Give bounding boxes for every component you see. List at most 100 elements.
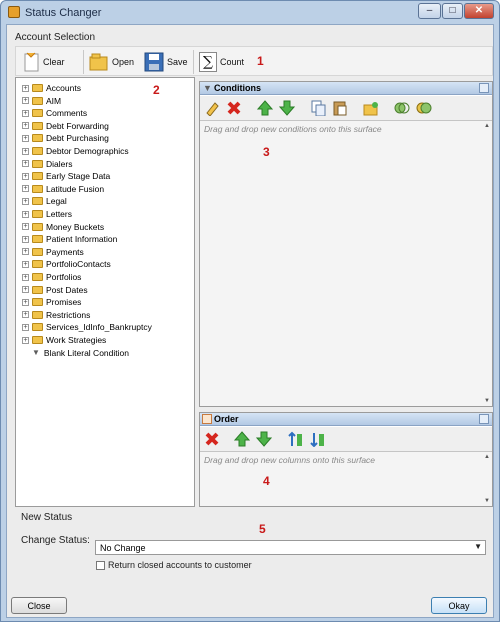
paste-icon[interactable] bbox=[332, 100, 348, 116]
tree-item[interactable]: + Debt Purchasing bbox=[22, 132, 109, 144]
conditions-drop-surface[interactable]: Drag and drop new conditions onto this s… bbox=[200, 120, 492, 406]
expand-icon[interactable]: + bbox=[22, 109, 29, 117]
collapse-conditions-icon[interactable] bbox=[479, 83, 489, 93]
expand-icon[interactable]: + bbox=[22, 298, 29, 306]
folder-icon bbox=[32, 285, 43, 294]
change-status-select[interactable]: No Change ▼ bbox=[95, 540, 486, 555]
tree-item[interactable]: + Early Stage Data bbox=[22, 170, 110, 182]
folder-icon bbox=[32, 273, 43, 281]
order-drop-surface[interactable]: Drag and drop new columns onto this surf… bbox=[200, 451, 492, 506]
folder-icon bbox=[32, 84, 43, 92]
delete-icon[interactable] bbox=[226, 100, 242, 116]
account-selection-label: Account Selection bbox=[15, 32, 96, 43]
tree-item[interactable]: + Portfolios bbox=[22, 271, 81, 283]
scroll-up-icon[interactable]: ▲ bbox=[484, 454, 490, 460]
move-up-icon[interactable] bbox=[257, 100, 273, 116]
tree-item[interactable]: + Payments bbox=[22, 246, 84, 258]
tree-item[interactable]: + Money Buckets bbox=[22, 221, 104, 233]
folder-icon bbox=[32, 247, 43, 256]
count-button[interactable]: ∑ Count bbox=[199, 49, 244, 75]
minimize-button[interactable]: – bbox=[418, 3, 441, 19]
delete-column-icon[interactable] bbox=[204, 431, 220, 447]
maximize-button[interactable]: □ bbox=[442, 3, 463, 19]
title-bar[interactable]: Status Changer – □ ✕ bbox=[1, 1, 499, 24]
close-button[interactable]: Close bbox=[11, 597, 67, 614]
expand-icon[interactable]: + bbox=[22, 97, 29, 105]
tree-item-label: Legal bbox=[46, 196, 67, 207]
group-or-icon[interactable] bbox=[416, 100, 432, 116]
folder-icon bbox=[32, 159, 43, 168]
tree-item[interactable]: + Comments bbox=[22, 107, 87, 119]
expand-icon[interactable]: + bbox=[22, 122, 29, 130]
expand-icon[interactable]: + bbox=[22, 197, 29, 205]
expand-icon[interactable]: + bbox=[22, 311, 29, 319]
order-title: Order bbox=[214, 414, 239, 424]
tree-item[interactable]: + Dialers bbox=[22, 158, 72, 170]
expand-icon[interactable]: + bbox=[22, 84, 29, 92]
folder-icon bbox=[32, 310, 43, 319]
tree-item[interactable]: + Work Strategies bbox=[22, 334, 106, 346]
expand-icon[interactable]: + bbox=[22, 235, 29, 243]
count-label: Count bbox=[220, 57, 245, 67]
status-changer-window: Status Changer – □ ✕ Account Selection C… bbox=[0, 0, 500, 622]
scroll-down-icon[interactable]: ▼ bbox=[484, 498, 490, 504]
new-status-label: New Status bbox=[21, 512, 73, 523]
tree-item-label: Portfolios bbox=[46, 272, 82, 282]
tree-item[interactable]: + Restrictions bbox=[22, 309, 90, 321]
tree-item-label: Latitude Fusion bbox=[46, 183, 105, 194]
tree-item[interactable]: + Promises bbox=[22, 296, 81, 308]
expand-icon[interactable]: + bbox=[22, 160, 29, 168]
group-and-icon[interactable] bbox=[394, 100, 410, 116]
order-hint: Drag and drop new columns onto this surf… bbox=[204, 455, 376, 465]
sort-ascending-icon[interactable] bbox=[288, 431, 304, 447]
tree-item[interactable]: + Debt Forwarding bbox=[22, 120, 109, 132]
tree-item[interactable]: + PortfolioContacts bbox=[22, 258, 111, 270]
okay-button[interactable]: Okay bbox=[431, 597, 487, 614]
expand-icon[interactable]: + bbox=[22, 134, 29, 142]
expand-icon[interactable]: + bbox=[22, 210, 29, 218]
callout-3: 3 bbox=[263, 145, 270, 159]
expand-icon[interactable]: + bbox=[22, 147, 29, 155]
data-tree[interactable]: + Accounts + AIM + Comments + Debt Forwarding + D… bbox=[15, 77, 195, 507]
open-button[interactable]: Open bbox=[89, 49, 134, 75]
tree-item[interactable]: + Debtor Demographics bbox=[22, 145, 129, 157]
move-down-icon[interactable] bbox=[279, 100, 295, 116]
tree-item[interactable]: + Legal bbox=[22, 195, 67, 207]
expand-icon[interactable]: + bbox=[22, 185, 29, 193]
expand-icon[interactable]: + bbox=[22, 172, 29, 180]
tree-item[interactable]: + Letters bbox=[22, 208, 72, 220]
tree-item-label: Accounts bbox=[46, 83, 81, 93]
tree-item[interactable]: + Latitude Fusion bbox=[22, 183, 104, 195]
column-up-icon[interactable] bbox=[234, 431, 250, 447]
tree-item-label: Work Strategies bbox=[46, 335, 107, 345]
expand-icon[interactable]: + bbox=[22, 223, 29, 231]
folder-icon bbox=[32, 336, 43, 344]
tree-item[interactable]: + Post Dates bbox=[22, 284, 88, 296]
change-status-label: Change Status: bbox=[21, 535, 90, 546]
tree-item[interactable]: + Accounts bbox=[22, 82, 81, 94]
scroll-down-icon[interactable]: ▼ bbox=[484, 398, 490, 404]
expand-icon[interactable]: + bbox=[22, 323, 29, 331]
expand-icon[interactable]: + bbox=[22, 260, 29, 268]
expand-icon[interactable]: + bbox=[22, 273, 29, 281]
collapse-order-icon[interactable] bbox=[479, 414, 489, 424]
return-closed-checkbox[interactable] bbox=[96, 561, 105, 570]
tree-leaf-item[interactable]: ▼ Blank Literal Condition bbox=[32, 347, 129, 359]
dropdown-arrow-icon[interactable]: ▼ bbox=[474, 542, 482, 551]
expand-icon[interactable]: + bbox=[22, 286, 29, 294]
sort-descending-icon[interactable] bbox=[310, 431, 326, 447]
scroll-up-icon[interactable]: ▲ bbox=[484, 123, 490, 129]
expand-icon[interactable]: + bbox=[22, 336, 29, 344]
clear-button[interactable]: Clear bbox=[22, 49, 65, 75]
edit-pencil-icon[interactable] bbox=[204, 100, 220, 116]
folder-add-icon[interactable] bbox=[363, 100, 379, 116]
save-button[interactable]: Save bbox=[144, 49, 188, 75]
tree-item[interactable]: + Patient Information bbox=[22, 233, 117, 245]
folder-icon bbox=[32, 96, 43, 105]
tree-item[interactable]: + AIM bbox=[22, 95, 61, 107]
column-down-icon[interactable] bbox=[256, 431, 272, 447]
tree-item[interactable]: + Services_IdInfo_Bankruptcy bbox=[22, 321, 152, 333]
expand-icon[interactable]: + bbox=[22, 248, 29, 256]
copy-icon[interactable] bbox=[310, 100, 326, 116]
close-window-button[interactable]: ✕ bbox=[464, 3, 494, 19]
